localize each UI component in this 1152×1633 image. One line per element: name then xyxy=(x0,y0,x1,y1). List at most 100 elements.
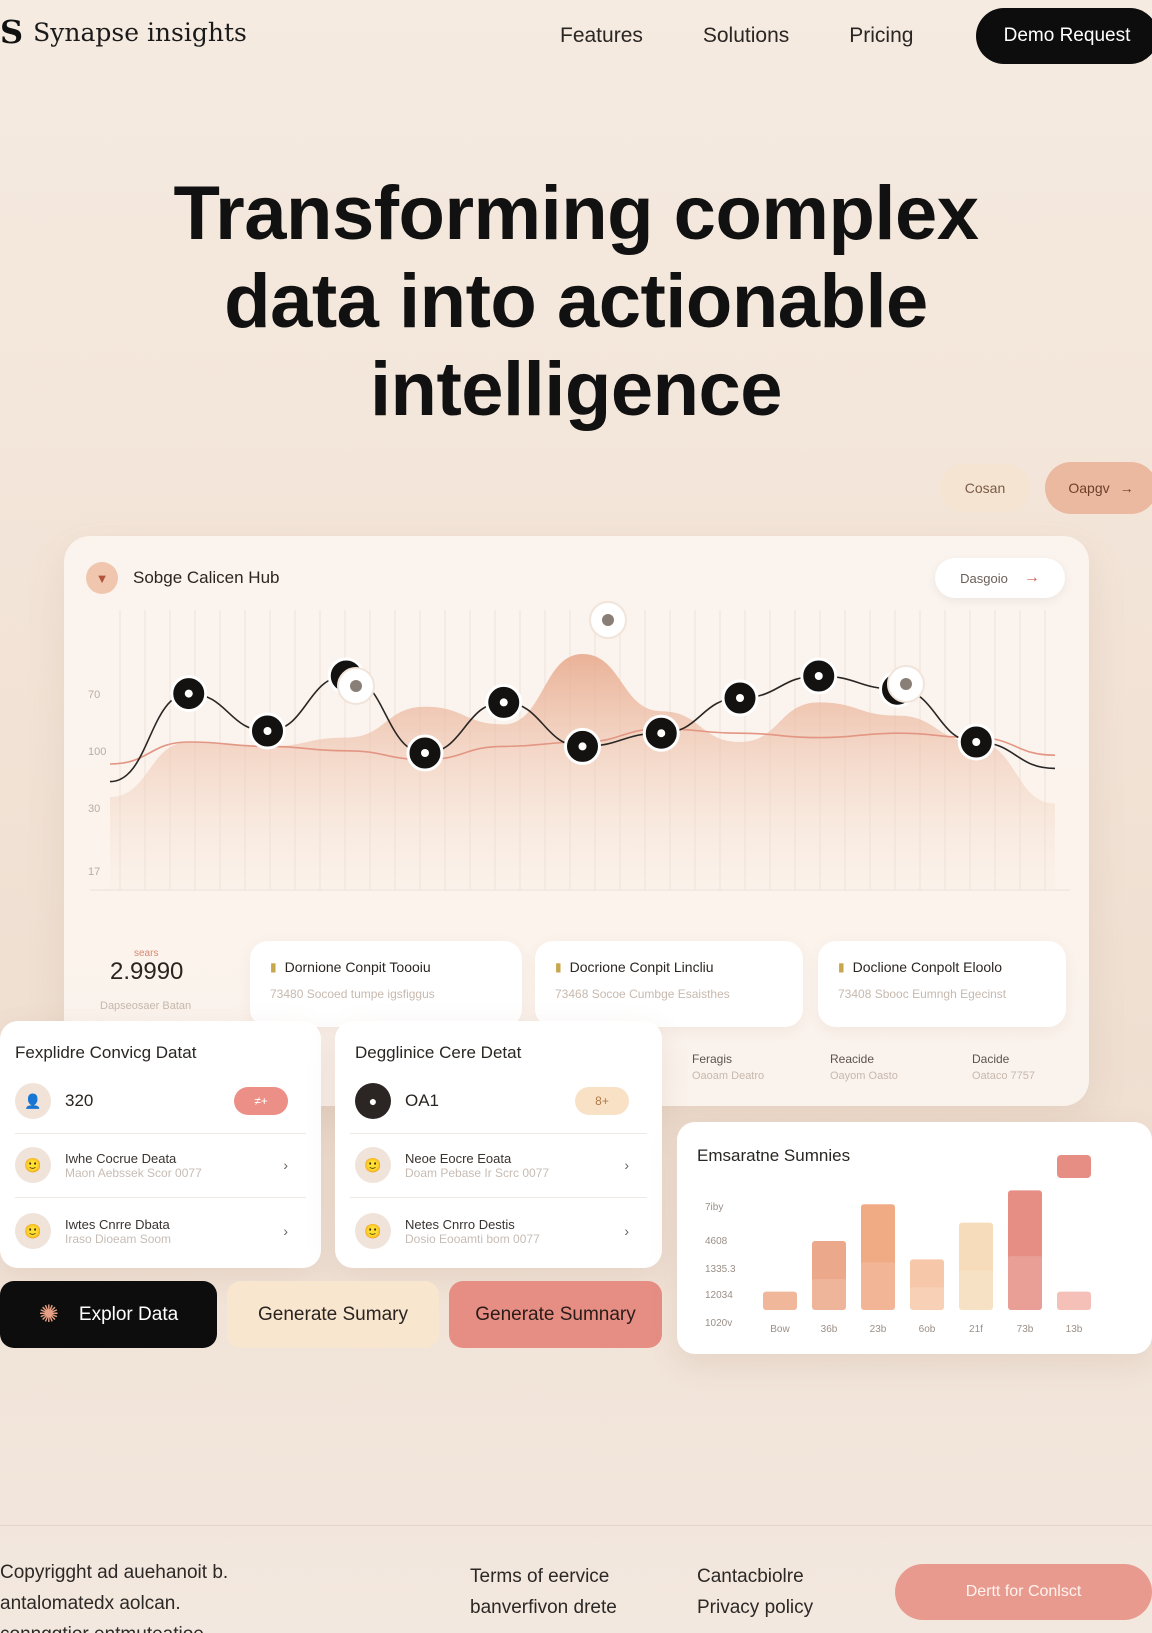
footer-divider xyxy=(0,1525,1152,1526)
generate-summary-button[interactable]: Generate Sumary xyxy=(227,1281,439,1348)
list-item[interactable]: 🙂 Neoe Eocre Eoata Doam Pebase Ir Scrc 00… xyxy=(355,1147,647,1183)
divider xyxy=(15,1197,306,1198)
mini-stat-sub: Oataco 7757 xyxy=(972,1070,1035,1082)
list-item-meta: Maon Aebssek Scor 0077 xyxy=(65,1165,202,1180)
avatar: ● xyxy=(355,1083,391,1119)
list-item[interactable]: 🙂 Iwhe Cocrue Deata Maon Aebssek Scor 007… xyxy=(15,1147,306,1183)
top-nav: Features Solutions Pricing xyxy=(560,24,913,48)
brand-name: Synapse insights xyxy=(33,17,247,47)
list-top-value: 320 xyxy=(65,1091,94,1110)
chevron-right-icon[interactable]: › xyxy=(624,1157,629,1173)
kpi-card-1[interactable]: ▮ Dornione Conpit Toooiu 73480 Socoed tum… xyxy=(250,941,522,1027)
sparkle-icon: ✺ xyxy=(38,1301,59,1328)
x-tick-label: 36b xyxy=(821,1324,838,1335)
metric-sub: Dapseosaer Batan xyxy=(100,1000,192,1012)
footer-links-1: Terms of eervice banverfivon drete xyxy=(470,1561,617,1623)
chart-point-dot xyxy=(736,694,744,702)
bar xyxy=(1057,1291,1091,1310)
footer-copy-line: Copyrigght ad auehanoit b. xyxy=(0,1562,229,1583)
x-tick-label: Bow xyxy=(770,1324,790,1335)
list-top-row[interactable]: 👤 320 ≠+ xyxy=(15,1083,306,1119)
footer-link[interactable]: Cantacbiolre xyxy=(697,1561,813,1592)
list-item[interactable]: 🙂 Netes Cnrro Destis Dosio Eooamti bom 00… xyxy=(355,1213,647,1249)
pill-oapgv[interactable]: Oapgv → xyxy=(1045,462,1152,514)
footer-link[interactable]: banverfivon drete xyxy=(470,1592,617,1623)
bookmark-icon: ▮ xyxy=(555,960,562,974)
bar-segment xyxy=(812,1278,846,1310)
mini-stat-sub: Oaoam Deatro xyxy=(692,1070,765,1082)
nav-features[interactable]: Features xyxy=(560,24,643,48)
list-item-name: Iwtes Cnrre Dbata xyxy=(65,1216,170,1232)
status-badge[interactable]: 8+ xyxy=(575,1087,629,1115)
bar-top-segment xyxy=(1057,1155,1091,1178)
chart-point-dot xyxy=(657,729,666,738)
list-item-name: Netes Cnrro Destis xyxy=(405,1216,515,1232)
explore-data-label: Explor Data xyxy=(78,1303,179,1325)
x-tick-label: 23b xyxy=(870,1324,887,1335)
chart-point-dot xyxy=(263,727,272,735)
bookmark-icon: ▮ xyxy=(270,960,277,974)
arrow-right-icon: → xyxy=(1023,569,1040,586)
avatar: 🙂 xyxy=(15,1213,51,1249)
kpi-title: Doclione Conpolt Eloolo xyxy=(852,959,1003,975)
summary-card: Emsaratne Sumnies 7iby 4608 1335.3 12034 102… xyxy=(677,1122,1152,1354)
kpi-title: Docrione Conpit Lincliu xyxy=(569,959,714,975)
annotation-marker-dot xyxy=(350,680,362,692)
list-card-title: Degglinice Cere Detat xyxy=(355,1043,522,1062)
list-item-name: Iwhe Cocrue Deata xyxy=(65,1150,177,1166)
mini-stat-title: Dacide xyxy=(972,1052,1010,1066)
kpi-card-2[interactable]: ▮ Docrione Conpit Lincliu 73468 Socoe Cum… xyxy=(535,941,803,1027)
generate-summary-secondary-button[interactable]: Generate Sumnary xyxy=(449,1281,662,1348)
bar xyxy=(763,1291,797,1310)
x-tick-label: 13b xyxy=(1066,1324,1083,1335)
dashboard-title: Sobge Calicen Hub xyxy=(133,568,280,587)
divider xyxy=(350,1133,647,1134)
mini-stat-1: Feragis Oaoam Deatro xyxy=(692,1052,764,1082)
chart-point-dot xyxy=(184,689,193,698)
chevron-right-icon[interactable]: › xyxy=(283,1223,288,1239)
y-tick-label: 7iby xyxy=(705,1202,723,1213)
chevron-right-icon[interactable]: › xyxy=(624,1223,629,1239)
footer-link-privacy[interactable]: Privacy policy xyxy=(697,1592,813,1623)
divider xyxy=(350,1197,647,1198)
details-label: Dasgoio xyxy=(960,570,1008,586)
y-tick-label: 12034 xyxy=(705,1290,733,1301)
chevron-right-icon[interactable]: › xyxy=(283,1157,288,1173)
x-tick-label: 21f xyxy=(969,1324,983,1335)
contact-button[interactable]: Dertt for Conlsct xyxy=(895,1564,1152,1620)
avatar: 🙂 xyxy=(355,1147,391,1183)
kpi-sub: 73408 Sbooc Eumngh Egecinst xyxy=(838,987,1007,1001)
list-card-1: Fexplidre Convicg Datat 👤 320 ≠+ 🙂 Iwhe … xyxy=(0,1021,321,1268)
demo-request-button[interactable]: Demo Request xyxy=(976,8,1152,64)
avatar: 👤 xyxy=(15,1083,51,1119)
status-badge[interactable]: ≠+ xyxy=(234,1087,288,1115)
chart-point-dot xyxy=(814,672,823,680)
list-item-name: Neoe Eocre Eoata xyxy=(405,1150,512,1166)
avatar: 🙂 xyxy=(355,1213,391,1249)
hero-heading: Transforming complex data into actionabl… xyxy=(0,170,1152,434)
mini-stat-3: Dacide Oataco 7757 xyxy=(972,1052,1035,1082)
list-item[interactable]: 🙂 Iwtes Cnrre Dbata Iraso Dioeam Soom › xyxy=(15,1213,306,1249)
annotation-marker-dot xyxy=(900,678,912,690)
bookmark-icon: ▮ xyxy=(838,960,845,974)
avatar: 🙂 xyxy=(15,1147,51,1183)
y-tick-label: 70 xyxy=(88,689,100,701)
chart-point-dot xyxy=(578,742,587,751)
explore-data-button[interactable]: ✺ Explor Data xyxy=(0,1281,217,1348)
chart-point-dot xyxy=(499,698,508,707)
metric-value: 2.9990 xyxy=(110,958,184,985)
logo[interactable]: S Synapse insights xyxy=(0,16,247,48)
y-tick-label: 4608 xyxy=(705,1236,728,1247)
arrow-right-icon: → xyxy=(1119,480,1134,496)
kpi-card-3[interactable]: ▮ Doclione Conpolt Eloolo 73408 Sbooc Eum… xyxy=(818,941,1066,1027)
footer-link-terms[interactable]: Terms of eervice xyxy=(470,1561,617,1592)
list-top-row[interactable]: ● OA1 8+ xyxy=(355,1083,647,1119)
nav-pricing[interactable]: Pricing xyxy=(849,24,913,48)
list-card-title: Fexplidre Convicg Datat xyxy=(15,1043,197,1062)
bar-segment xyxy=(959,1270,993,1310)
nav-solutions[interactable]: Solutions xyxy=(703,24,789,48)
y-tick-label: 17 xyxy=(88,866,100,878)
y-tick-label: 30 xyxy=(88,803,100,815)
chart-point-dot xyxy=(972,738,981,746)
pill-cosan[interactable]: Cosan xyxy=(940,464,1030,512)
